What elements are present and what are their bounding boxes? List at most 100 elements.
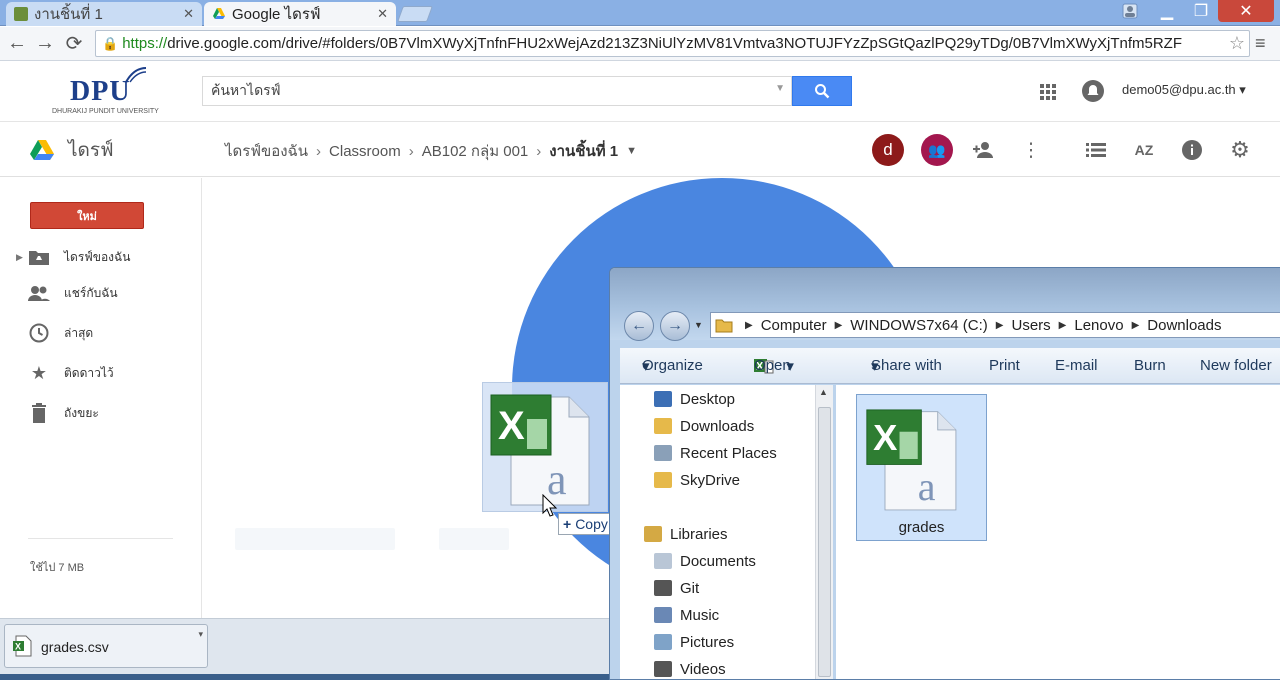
tab-assignment[interactable]: งานชิ้นที่ 1 ✕ bbox=[6, 2, 202, 26]
folder-menu-chevron-icon[interactable]: ▼ bbox=[626, 145, 637, 157]
explorer-forward-icon[interactable]: → bbox=[660, 311, 690, 341]
sidebar-item-recent[interactable]: ล่าสุด bbox=[0, 318, 202, 348]
chevron-right-icon: › bbox=[316, 142, 322, 160]
breadcrumb-current-folder[interactable]: งานชิ้นที่ 1 bbox=[549, 139, 618, 163]
chrome-menu-icon[interactable]: ≡ bbox=[1255, 33, 1266, 54]
tree-item-documents[interactable]: Documents bbox=[654, 550, 756, 572]
file-name: grades bbox=[898, 519, 945, 536]
sidebar-divider bbox=[28, 538, 173, 539]
path-separator-icon: ▶ bbox=[1131, 319, 1140, 331]
tree-item-downloads[interactable]: Downloads bbox=[654, 415, 754, 437]
path-computer[interactable]: Computer bbox=[761, 317, 827, 334]
restore-button[interactable]: ❐ bbox=[1186, 0, 1216, 22]
path-lenovo[interactable]: Lenovo bbox=[1074, 317, 1123, 334]
explorer-window[interactable]: ← → ▼ ▶ Computer ▶ WINDOWS7x64 (C:) ▶ Us… bbox=[609, 267, 1280, 680]
path-separator-icon: ▶ bbox=[995, 319, 1004, 331]
avatar-letter: d bbox=[883, 140, 893, 159]
sidebar-item-starred[interactable]: ★ ติดดาวไว้ bbox=[0, 358, 202, 388]
csv-file-icon: X bbox=[13, 635, 32, 657]
sidebar-item-label: ไดรฟ์ของฉัน bbox=[64, 249, 131, 264]
new-folder-button[interactable]: New folder bbox=[1200, 357, 1272, 374]
new-tab-button[interactable] bbox=[397, 6, 433, 22]
burn-button[interactable]: Burn bbox=[1134, 357, 1166, 374]
search-options-icon[interactable]: ▼ bbox=[775, 83, 785, 94]
tree-item-music[interactable]: Music bbox=[654, 604, 719, 626]
sidebar-item-trash[interactable]: ถังขยะ bbox=[0, 398, 202, 428]
file-item-grades[interactable]: X a grades bbox=[856, 394, 987, 541]
tooltip-text: Copy bbox=[575, 516, 608, 532]
notification-bell-icon[interactable] bbox=[1082, 80, 1104, 102]
tree-item-pictures[interactable]: Pictures bbox=[654, 631, 734, 653]
sidebar-item-shared[interactable]: แชร์กับฉัน bbox=[0, 278, 202, 308]
tree-item-desktop[interactable]: Desktop bbox=[654, 388, 735, 410]
skydrive-folder-icon bbox=[654, 472, 672, 488]
recent-pages-chevron-icon[interactable]: ▼ bbox=[694, 320, 703, 330]
git-library-icon bbox=[654, 580, 672, 596]
drive-favicon-icon bbox=[213, 8, 225, 19]
account-menu[interactable]: demo05@dpu.ac.th ▾ bbox=[1122, 82, 1246, 98]
svg-text:X: X bbox=[873, 417, 897, 458]
explorer-back-icon[interactable]: ← bbox=[624, 311, 654, 341]
back-icon[interactable]: ← bbox=[5, 31, 29, 55]
apps-grid-icon[interactable] bbox=[1038, 82, 1058, 102]
organize-menu[interactable]: Organize ▾ bbox=[642, 357, 703, 375]
path-users[interactable]: Users bbox=[1011, 317, 1050, 334]
path-separator-icon: ▶ bbox=[745, 319, 753, 331]
tree-item-libraries[interactable]: Libraries bbox=[644, 523, 728, 545]
tree-item-videos[interactable]: Videos bbox=[654, 658, 726, 679]
expand-arrow-icon[interactable]: ▶ bbox=[16, 252, 23, 263]
explorer-file-list[interactable]: X a grades bbox=[836, 385, 1280, 679]
breadcrumb-my-drive[interactable]: ไดรฟ์ของฉัน bbox=[225, 139, 308, 163]
minimize-button[interactable]: ▁ bbox=[1150, 0, 1184, 22]
folder-path-icon bbox=[715, 319, 733, 333]
more-options-icon[interactable]: ⋮ bbox=[1019, 138, 1043, 162]
owner-avatar[interactable]: d bbox=[872, 134, 904, 166]
address-bar[interactable]: 🔒 https:// drive.google.com/drive/#folde… bbox=[95, 30, 1250, 57]
reload-icon[interactable]: ⟳ bbox=[62, 31, 86, 55]
sidebar-item-my-drive[interactable]: ▶ ไดรฟ์ของฉัน bbox=[0, 242, 202, 272]
tab-google-drive[interactable]: Google ไดรฟ์ ✕ bbox=[204, 2, 396, 26]
breadcrumb-course[interactable]: AB102 กลุ่ม 001 bbox=[422, 139, 529, 163]
scrollbar-thumb[interactable] bbox=[818, 407, 831, 677]
logo-subtext: DHURAKIJ PUNDIT UNIVERSITY bbox=[52, 108, 159, 115]
share-with-menu[interactable]: Share with ▾ bbox=[871, 357, 942, 375]
settings-gear-icon[interactable]: ⚙ bbox=[1228, 137, 1252, 162]
print-button[interactable]: Print bbox=[989, 357, 1020, 374]
open-menu[interactable]: X Open ▾ bbox=[754, 357, 794, 375]
tree-item-recent-places[interactable]: Recent Places bbox=[654, 442, 777, 464]
download-menu-chevron-icon[interactable]: ▾ bbox=[198, 629, 203, 640]
close-tab-icon[interactable]: ✕ bbox=[377, 6, 388, 22]
tree-item-skydrive[interactable]: SkyDrive bbox=[654, 469, 740, 491]
dpu-logo[interactable]: DPU DHURAKIJ PUNDIT UNIVERSITY bbox=[52, 66, 159, 120]
new-button[interactable]: ใหม่ bbox=[30, 202, 144, 229]
download-filename: grades.csv bbox=[41, 639, 109, 655]
forward-icon[interactable]: → bbox=[33, 31, 57, 55]
shared-group-icon[interactable]: 👥 bbox=[921, 134, 953, 166]
add-person-icon[interactable] bbox=[971, 138, 995, 162]
email-button[interactable]: E-mail bbox=[1055, 357, 1098, 374]
close-window-button[interactable]: ✕ bbox=[1218, 0, 1274, 22]
tree-item-git[interactable]: Git bbox=[654, 577, 699, 599]
breadcrumb-classroom[interactable]: Classroom bbox=[329, 143, 401, 160]
my-drive-folder-icon bbox=[28, 246, 50, 268]
drive-logo-icon bbox=[30, 140, 54, 160]
path-drive[interactable]: WINDOWS7x64 (C:) bbox=[850, 317, 988, 334]
search-button[interactable] bbox=[792, 76, 852, 106]
list-view-icon[interactable] bbox=[1084, 138, 1108, 162]
path-downloads[interactable]: Downloads bbox=[1147, 317, 1221, 334]
downloads-bar: X grades.csv ▾ bbox=[0, 618, 612, 674]
bookmark-star-icon[interactable]: ☆ bbox=[1229, 33, 1245, 54]
info-icon[interactable] bbox=[1180, 138, 1204, 162]
path-separator-icon: ▶ bbox=[1058, 319, 1067, 331]
download-item[interactable]: X grades.csv ▾ bbox=[4, 624, 208, 668]
drive-search-input[interactable]: ค้นหาไดรฟ์ ▼ bbox=[202, 76, 792, 106]
libraries-icon bbox=[644, 526, 662, 542]
explorer-address-bar[interactable]: ▶ Computer ▶ WINDOWS7x64 (C:) ▶ Users ▶ … bbox=[710, 312, 1280, 338]
sort-az-icon[interactable]: AZ bbox=[1132, 138, 1156, 162]
scroll-up-icon[interactable]: ▲ bbox=[819, 387, 828, 397]
close-tab-icon[interactable]: ✕ bbox=[183, 6, 194, 22]
navigation-pane-scrollbar[interactable]: ▲ bbox=[815, 385, 833, 679]
profile-icon[interactable] bbox=[1118, 0, 1142, 22]
url-scheme: https:// bbox=[122, 35, 168, 52]
drive-title[interactable]: ไดรฟ์ bbox=[30, 135, 114, 165]
